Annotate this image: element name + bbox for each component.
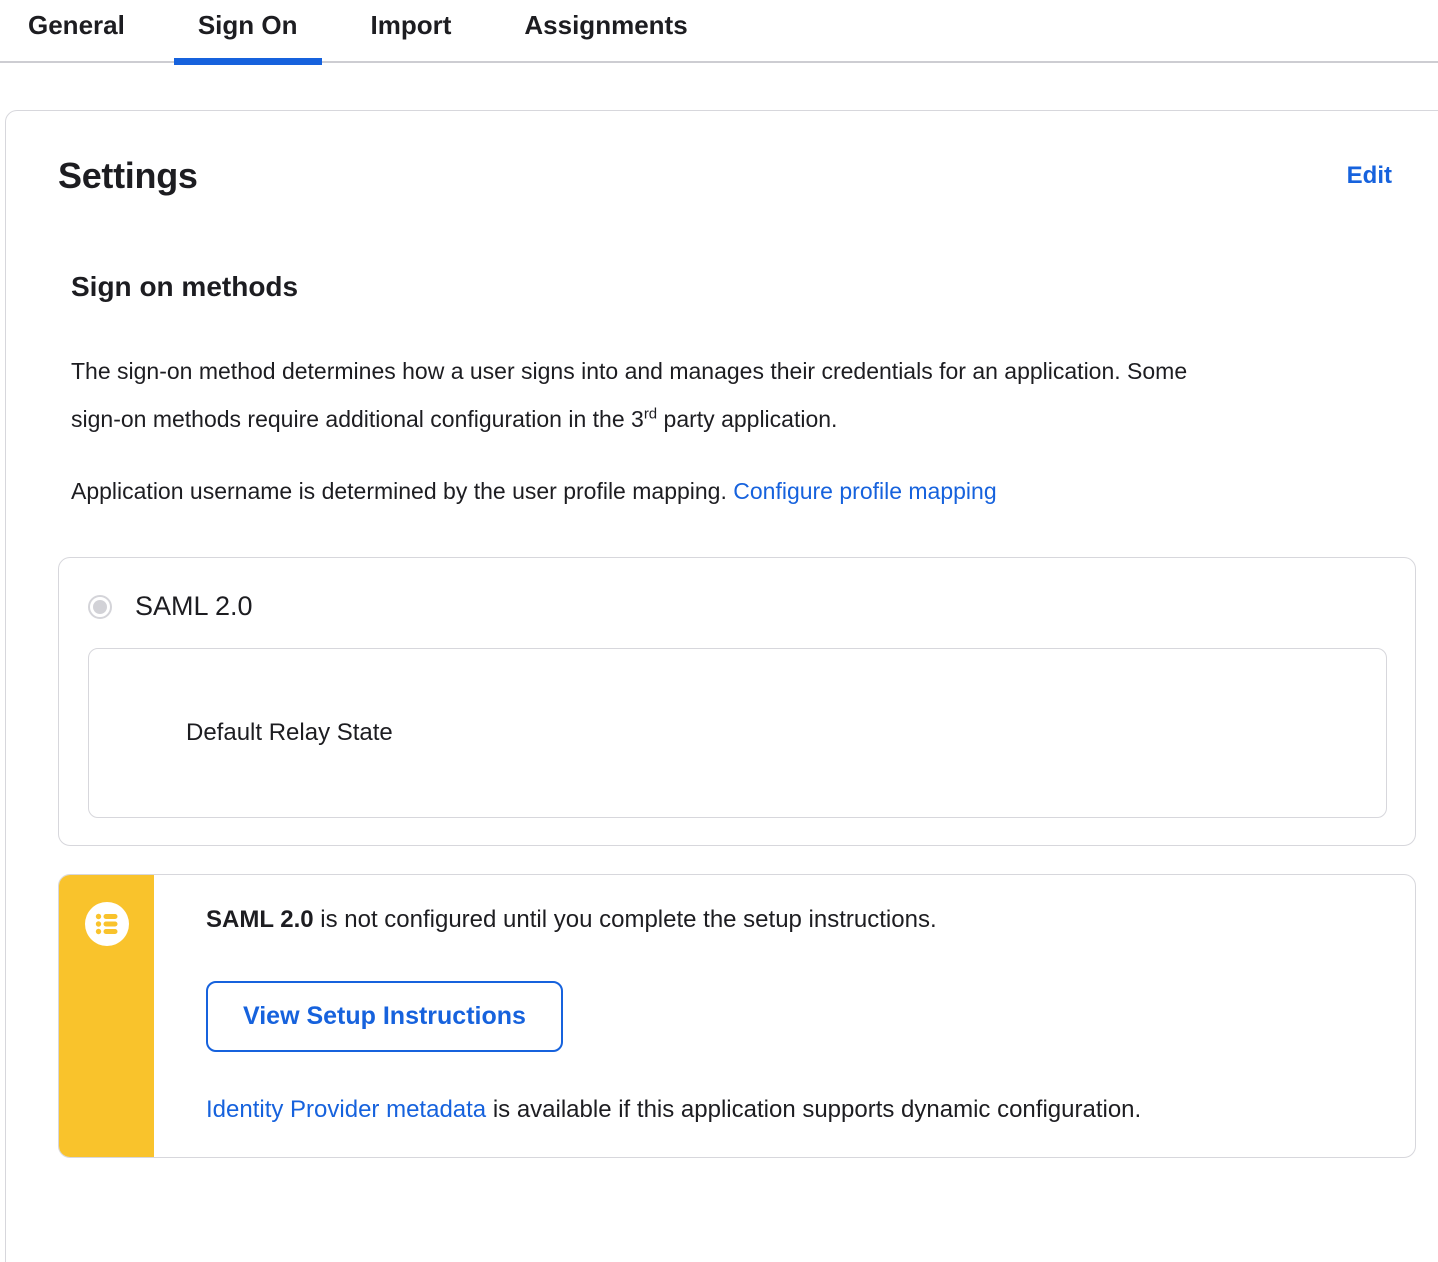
saml-radio-row: SAML 2.0 xyxy=(88,591,1387,622)
callout-body: SAML 2.0 is not configured until you com… xyxy=(154,875,1415,1157)
tab-assignments-label: Assignments xyxy=(524,10,688,40)
view-setup-instructions-button[interactable]: View Setup Instructions xyxy=(206,981,563,1052)
sign-on-methods-heading: Sign on methods xyxy=(71,271,299,302)
callout-message: SAML 2.0 is not configured until you com… xyxy=(206,906,1375,934)
callout-message-rest: is not configured until you complete the… xyxy=(313,906,937,933)
username-mapping-line: Application username is determined by th… xyxy=(71,467,1416,515)
username-mapping-text: Application username is determined by th… xyxy=(71,478,734,504)
configure-profile-mapping-link[interactable]: Configure profile mapping xyxy=(733,478,996,504)
edit-link[interactable]: Edit xyxy=(1347,162,1392,190)
sign-on-description-tail: party application. xyxy=(657,406,838,432)
saml-radio-button[interactable] xyxy=(88,594,112,619)
callout-message-bold: SAML 2.0 xyxy=(206,906,314,933)
callout-accent-strip xyxy=(59,875,154,1157)
metadata-line: Identity Provider metadata is available … xyxy=(206,1096,1375,1124)
identity-provider-metadata-link[interactable]: Identity Provider metadata xyxy=(206,1096,486,1123)
saml-option-box: SAML 2.0 Default Relay State xyxy=(58,557,1416,846)
active-tab-indicator xyxy=(173,58,322,65)
tab-import[interactable]: Import xyxy=(347,0,476,61)
tab-import-label: Import xyxy=(370,10,452,40)
tab-sign-on-label: Sign On xyxy=(197,10,298,40)
tab-assignments[interactable]: Assignments xyxy=(500,0,711,61)
settings-header: Settings Edit xyxy=(58,155,1416,197)
sign-on-description: The sign-on method determines how a user… xyxy=(71,347,1211,443)
sign-on-description-text: The sign-on method determines how a user… xyxy=(71,358,1188,432)
ordinal-superscript: rd xyxy=(643,405,658,423)
app-tabs: General Sign On Import Assignments xyxy=(0,0,1438,65)
saml-setup-callout: SAML 2.0 is not configured until you com… xyxy=(58,874,1416,1158)
bulleted-list-icon xyxy=(84,902,129,946)
saml-radio-label: SAML 2.0 xyxy=(135,591,253,621)
default-relay-state-label: Default Relay State xyxy=(186,719,393,746)
tab-general-label: General xyxy=(28,10,125,40)
page-title: Settings xyxy=(58,155,198,196)
tab-sign-on[interactable]: Sign On xyxy=(173,0,322,65)
metadata-line-rest: is available if this application support… xyxy=(486,1096,1142,1123)
default-relay-state-field: Default Relay State xyxy=(88,648,1387,818)
tab-general[interactable]: General xyxy=(4,0,149,61)
settings-card: Settings Edit Sign on methods The sign-o… xyxy=(5,110,1438,1262)
